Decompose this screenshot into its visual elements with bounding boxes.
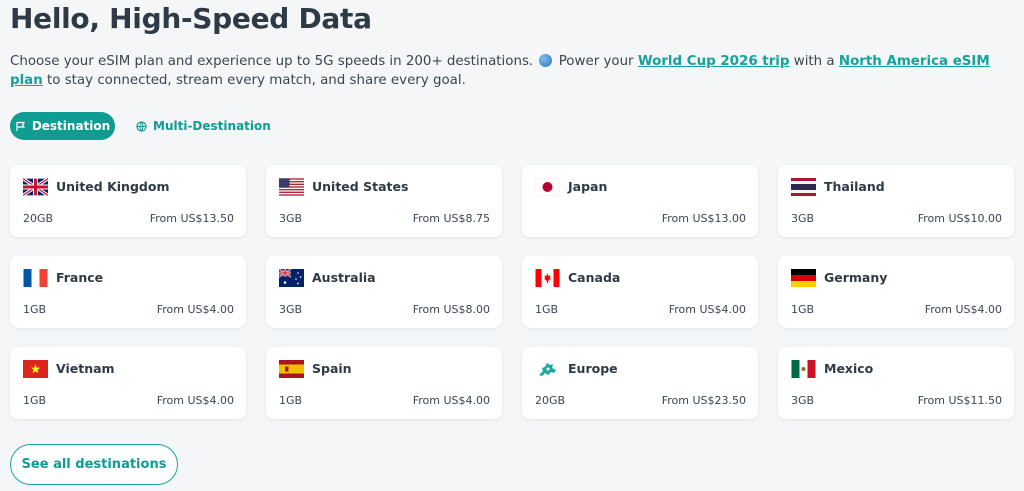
destination-card-fr[interactable]: France 1GB From US$4.00: [10, 256, 246, 328]
see-all-destinations-button[interactable]: See all destinations: [10, 444, 178, 485]
card-price: From US$23.50: [661, 394, 746, 407]
card-price: From US$13.50: [149, 212, 234, 225]
card-country: Thailand: [824, 179, 885, 194]
ca-flag-icon: [535, 269, 560, 287]
card-country: Germany: [824, 270, 888, 285]
card-price: From US$11.50: [917, 394, 1002, 407]
card-data: 20GB: [535, 394, 566, 407]
page-subtitle: Choose your eSIM plan and experience up …: [10, 52, 1010, 90]
th-flag-icon: [791, 178, 816, 196]
subtitle-text-1: Choose your eSIM plan and experience up …: [10, 54, 538, 69]
flag-icon: [16, 121, 25, 131]
destination-card-es[interactable]: Spain 1GB From US$4.00: [266, 347, 502, 419]
de-flag-icon: [791, 269, 816, 287]
subtitle-text-2: Power your: [554, 54, 638, 69]
card-country: Vietnam: [56, 361, 115, 376]
tab-multi-label: Multi-Destination: [153, 119, 271, 133]
page-title: Hello, High-Speed Data: [10, 2, 372, 35]
us-flag-icon: [279, 178, 304, 196]
card-price: From US$4.00: [412, 394, 490, 407]
jp-flag-icon: [535, 178, 560, 196]
card-price: From US$4.00: [924, 303, 1002, 316]
destination-card-jp[interactable]: Japan From US$13.00: [522, 165, 758, 237]
card-data: 1GB: [279, 394, 303, 407]
card-data: 1GB: [23, 394, 47, 407]
tab-destination[interactable]: Destination: [10, 112, 115, 140]
destination-card-de[interactable]: Germany 1GB From US$4.00: [778, 256, 1014, 328]
destination-card-th[interactable]: Thailand 3GB From US$10.00: [778, 165, 1014, 237]
card-data: 3GB: [791, 212, 815, 225]
tab-multi-destination[interactable]: Multi-Destination: [136, 112, 271, 140]
destination-card-au[interactable]: Australia 3GB From US$8.00: [266, 256, 502, 328]
card-country: United Kingdom: [56, 179, 170, 194]
world-cup-link[interactable]: World Cup 2026 trip: [638, 54, 790, 69]
card-price: From US$13.00: [661, 212, 746, 225]
uk-flag-icon: [23, 178, 48, 196]
au-flag-icon: [279, 269, 304, 287]
destination-grid: United Kingdom 20GB From US$13.50 United…: [10, 165, 1014, 419]
card-data: 1GB: [791, 303, 815, 316]
destination-card-us[interactable]: United States 3GB From US$8.75: [266, 165, 502, 237]
subtitle-text-3: with a: [789, 54, 839, 69]
card-country: Australia: [312, 270, 376, 285]
destination-card-eu[interactable]: Europe 20GB From US$23.50: [522, 347, 758, 419]
card-data: 1GB: [535, 303, 559, 316]
destination-card-mx[interactable]: Mexico 3GB From US$11.50: [778, 347, 1014, 419]
card-price: From US$4.00: [156, 394, 234, 407]
card-price: From US$8.75: [412, 212, 490, 225]
card-data: 1GB: [23, 303, 47, 316]
destination-card-uk[interactable]: United Kingdom 20GB From US$13.50: [10, 165, 246, 237]
card-country: United States: [312, 179, 409, 194]
card-data: 3GB: [791, 394, 815, 407]
subtitle-text-4: to stay connected, stream every match, a…: [42, 73, 466, 88]
card-price: From US$10.00: [917, 212, 1002, 225]
card-country: France: [56, 270, 104, 285]
card-country: Mexico: [824, 361, 874, 376]
card-country: Canada: [568, 270, 621, 285]
card-country: Spain: [312, 361, 352, 376]
card-price: From US$8.00: [412, 303, 490, 316]
card-country: Europe: [568, 361, 618, 376]
mx-flag-icon: [791, 360, 816, 378]
card-data: 20GB: [23, 212, 54, 225]
card-price: From US$4.00: [668, 303, 746, 316]
destination-card-ca[interactable]: Canada 1GB From US$4.00: [522, 256, 758, 328]
card-price: From US$4.00: [156, 303, 234, 316]
fr-flag-icon: [23, 269, 48, 287]
es-flag-icon: [279, 360, 304, 378]
globe-icon: [539, 54, 553, 67]
vn-flag-icon: [23, 360, 48, 378]
europe-map-icon: [535, 360, 560, 378]
card-data: 3GB: [279, 212, 303, 225]
card-data: 3GB: [279, 303, 303, 316]
destination-card-vn[interactable]: Vietnam 1GB From US$4.00: [10, 347, 246, 419]
card-country: Japan: [568, 179, 608, 194]
tab-destination-label: Destination: [31, 119, 111, 133]
globe-outline-icon: [136, 120, 147, 132]
